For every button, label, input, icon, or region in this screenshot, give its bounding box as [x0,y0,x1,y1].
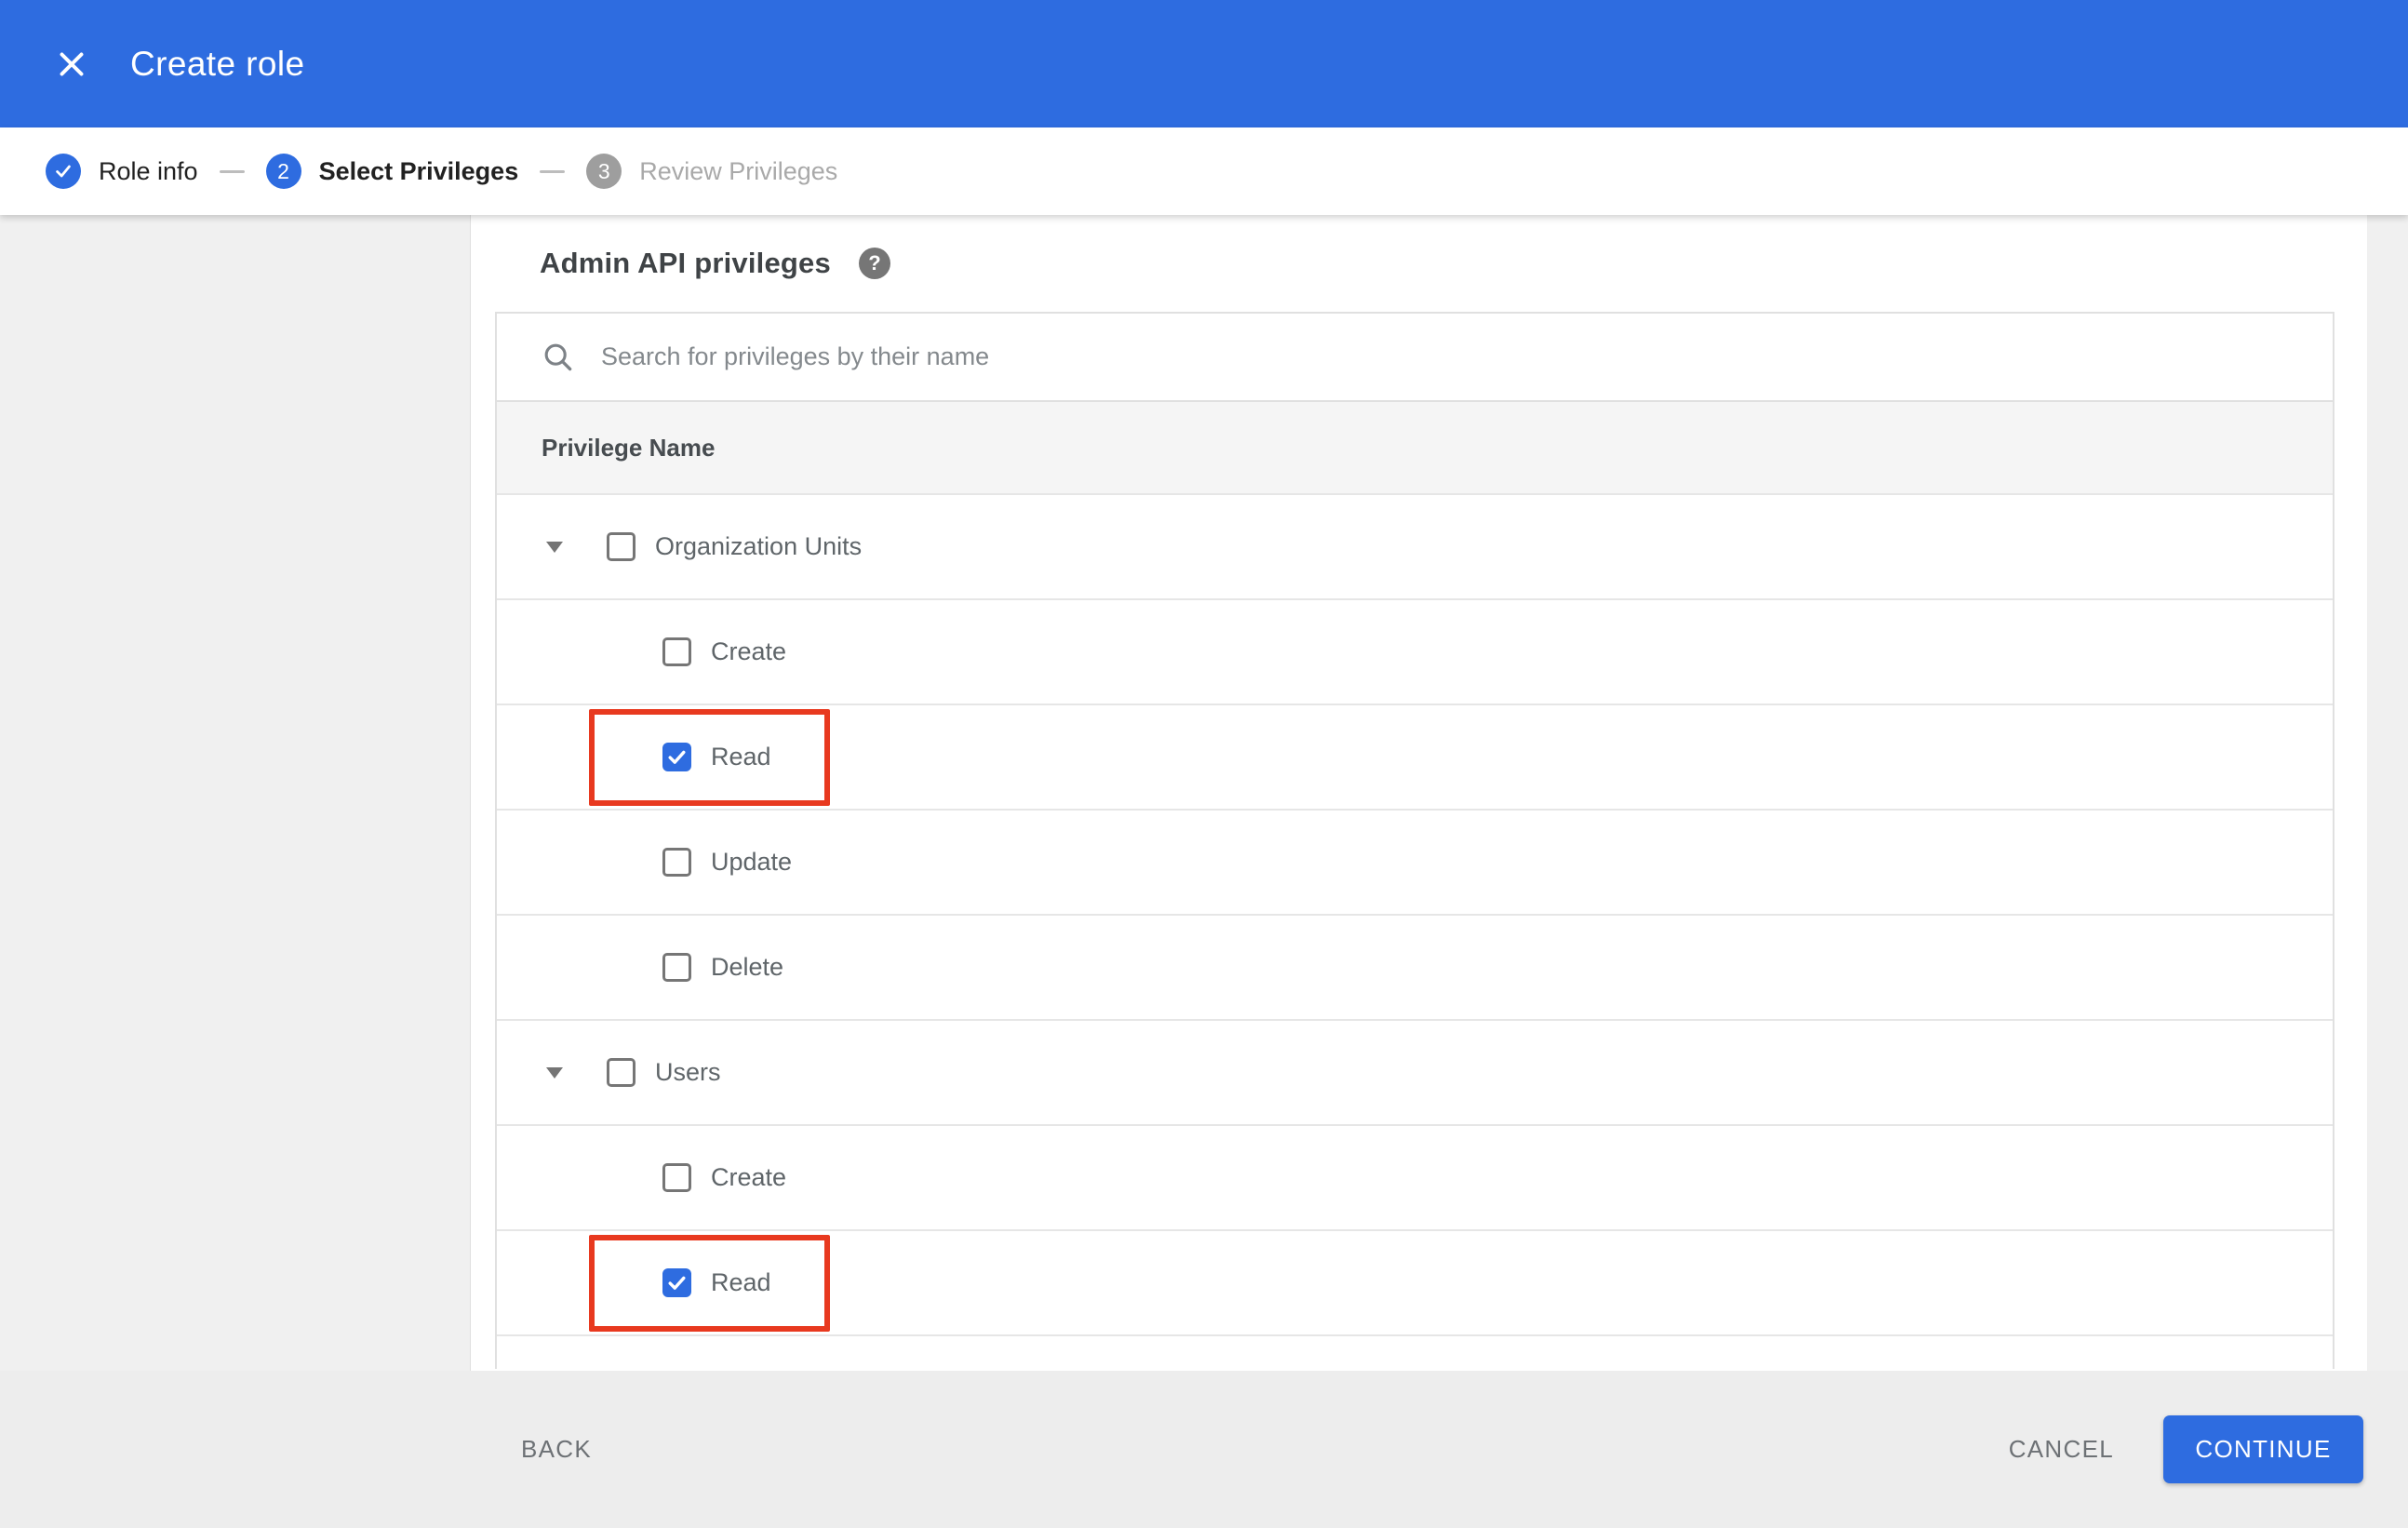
section-head: Admin API privileges ? [471,215,2367,312]
privilege-checkbox[interactable] [607,532,635,561]
search-row [497,314,2333,400]
continue-button[interactable]: CONTINUE [2163,1415,2363,1483]
search-icon [544,343,572,371]
step-connector [219,169,245,173]
privilege-row: Update [497,809,2333,914]
table-header: Privilege Name [497,400,2333,493]
expand-arrow-icon[interactable] [546,1066,563,1079]
privilege-row: Create [497,598,2333,704]
help-icon[interactable]: ? [858,248,890,279]
privilege-label: Create [711,1163,787,1191]
privilege-rows: Organization Units Create Read Update Delete… [497,493,2333,1334]
privilege-checkbox[interactable] [662,637,691,666]
privilege-group-row: Users [497,1019,2333,1124]
privilege-row: Create [497,1124,2333,1229]
privilege-row: Delete [497,914,2333,1019]
privilege-checkbox-checked[interactable] [662,743,691,771]
privilege-checkbox[interactable] [662,1163,691,1192]
step-number: 3 [586,154,622,189]
step-label: Review Privileges [639,156,838,185]
search-input[interactable] [601,342,1625,371]
step-label: Select Privileges [318,156,519,185]
privilege-label: Organization Units [655,532,863,560]
privilege-label: Users [655,1058,721,1086]
page-title: Create role [130,44,305,83]
highlight-box [589,709,830,806]
privilege-checkbox[interactable] [662,848,691,877]
privileges-card: Admin API privileges ? Privilege Name Or… [471,215,2367,1371]
step-label: Role info [99,156,198,185]
close-icon[interactable] [42,34,101,94]
footer-actions: CANCEL CONTINUE [2009,1415,2363,1483]
privilege-label: Read [711,743,771,771]
left-panel [0,215,471,1371]
privilege-label: Update [711,848,793,876]
privilege-checkbox-checked[interactable] [662,1268,691,1297]
wizard-stepper: Role info 2 Select Privileges 3 Review P… [0,127,2408,215]
partial-row [497,1334,2333,1369]
privilege-row: Read [497,704,2333,809]
privilege-group-row: Organization Units [497,493,2333,598]
app-bar: Create role [0,0,2408,127]
step-complete-check-icon [46,154,81,189]
privileges-table: Privilege Name Organization Units Create R… [495,312,2334,1369]
back-button[interactable]: BACK [521,1435,592,1464]
privilege-checkbox[interactable] [607,1058,635,1087]
step-review-privileges[interactable]: 3 Review Privileges [586,154,837,189]
step-select-privileges[interactable]: 2 Select Privileges [265,154,519,189]
footer-bar: BACK CANCEL CONTINUE [0,1371,2408,1528]
privilege-label: Read [711,1268,771,1296]
right-panel [2367,215,2408,1371]
privilege-label: Delete [711,953,784,981]
privilege-label: Create [711,637,787,665]
cancel-button[interactable]: CANCEL [2009,1435,2114,1464]
step-number: 2 [265,154,301,189]
highlight-box [589,1235,830,1332]
section-title: Admin API privileges [540,247,831,279]
page-body: Admin API privileges ? Privilege Name Or… [0,215,2408,1371]
expand-arrow-icon[interactable] [546,541,563,553]
privilege-row: Read [497,1229,2333,1334]
column-header-privilege-name: Privilege Name [542,433,716,462]
step-connector [540,169,566,173]
privilege-checkbox[interactable] [662,953,691,982]
step-role-info[interactable]: Role info [46,154,198,189]
